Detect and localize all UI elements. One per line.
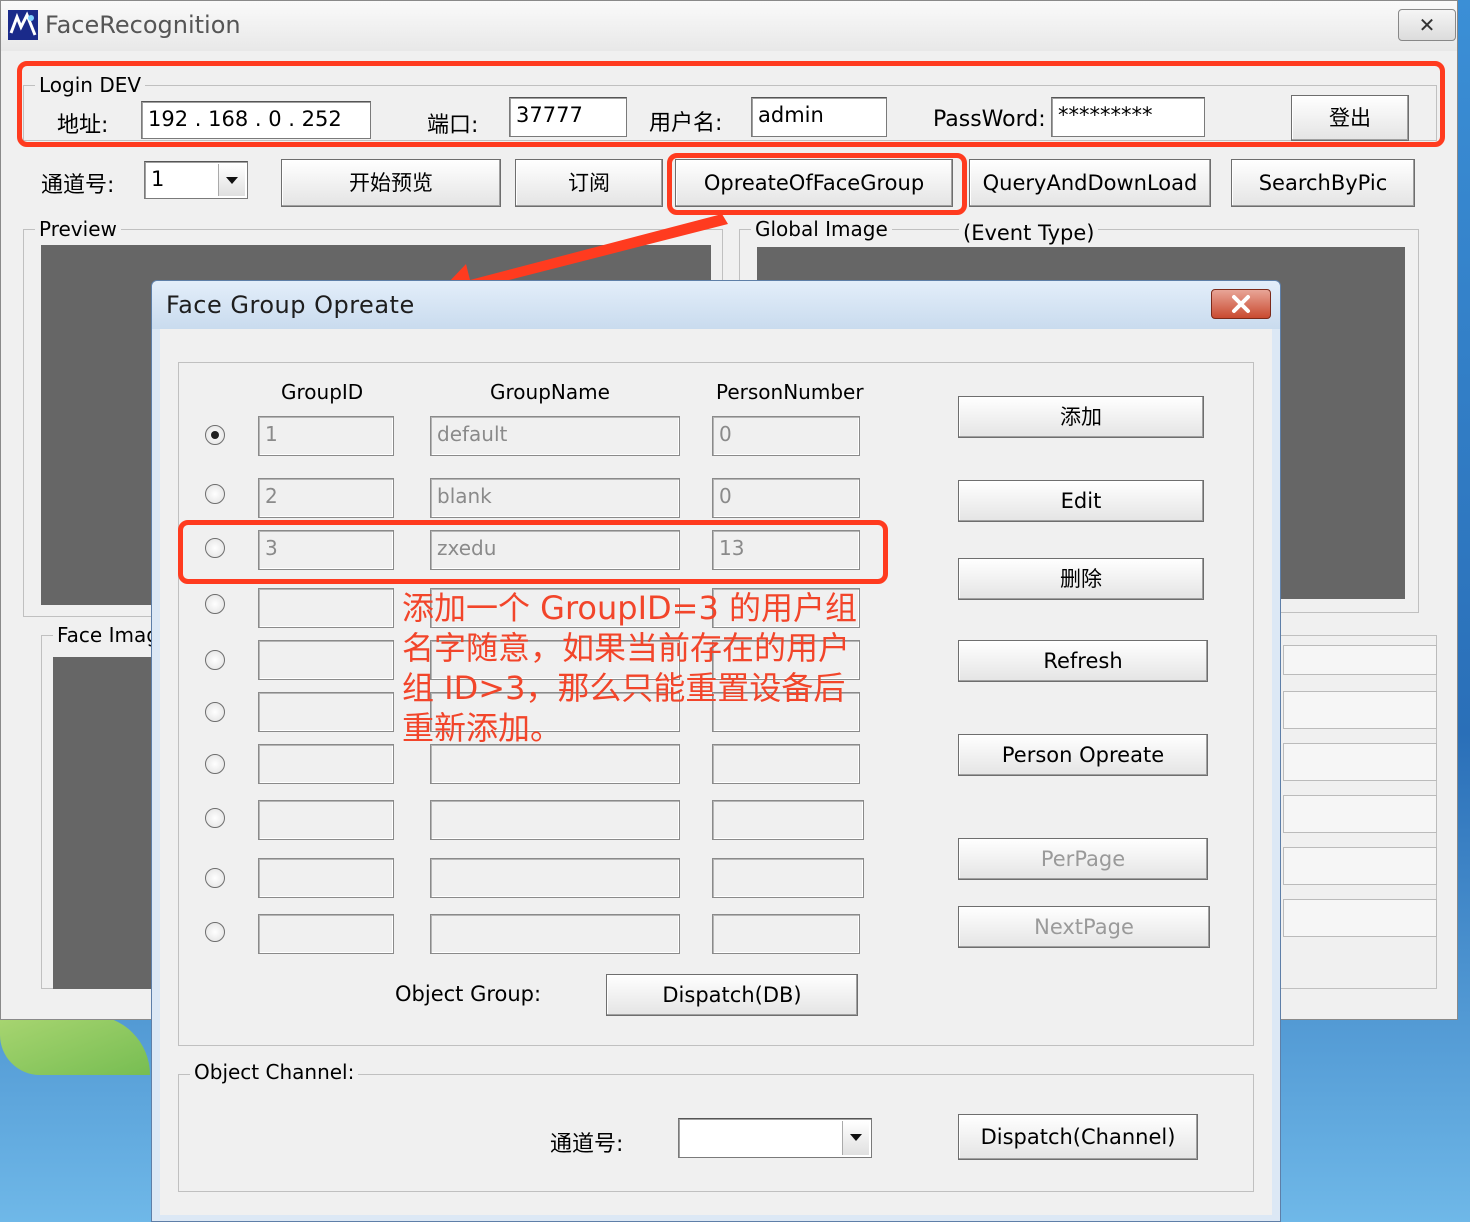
annotation-text-line: 组 ID>3，那么只能重置设备后 [402,669,846,707]
row-personnumber-cell: 0 [712,478,860,518]
row-groupname-cell [430,800,680,840]
row-groupid-cell: 1 [258,416,394,456]
chevron-down-icon[interactable] [842,1121,869,1155]
row-groupid-cell [258,914,394,954]
row-radio-8[interactable] [205,808,225,828]
row-radio-4[interactable] [205,594,225,614]
row-groupname-cell: default [430,416,680,456]
annotation-text-line: 名字随意，如果当前存在的用户 [402,629,851,667]
person-operate-button[interactable]: Person Opreate [958,734,1208,776]
column-header-groupid: GroupID [281,380,364,404]
object-channel-legend: Object Channel: [190,1060,359,1084]
dialog-channel-label: 通道号: [550,1132,624,1157]
dialog-channel-select[interactable] [678,1118,872,1158]
row-radio-1[interactable] [205,425,225,445]
close-icon [1232,295,1250,313]
row-personnumber-cell [712,858,864,898]
row-radio-9[interactable] [205,868,225,888]
annotation-text-line: 添加一个 GroupID=3 的用户组 [402,589,858,627]
row-personnumber-cell [712,744,860,784]
per-page-button[interactable]: PerPage [958,838,1208,880]
row-groupid-cell [258,640,394,680]
row-groupid-cell [258,588,394,628]
row-groupid-cell [258,800,394,840]
row-groupid-cell [258,858,394,898]
dialog-title: Face Group Opreate [166,291,415,319]
dispatch-db-button[interactable]: Dispatch(DB) [606,974,858,1016]
dialog-titlebar: Face Group Opreate [152,281,1280,329]
row-personnumber-cell [712,914,860,954]
delete-button[interactable]: 删除 [958,558,1204,600]
row-groupid-cell: 2 [258,478,394,518]
row-groupname-cell: blank [430,478,680,518]
column-header-personnumber: PersonNumber [716,380,864,404]
row-radio-7[interactable] [205,754,225,774]
next-page-button[interactable]: NextPage [958,906,1210,948]
dispatch-channel-button[interactable]: Dispatch(Channel) [958,1114,1198,1160]
row-personnumber-cell [712,800,864,840]
annotation-box-row-3 [178,520,888,584]
refresh-button[interactable]: Refresh [958,640,1208,682]
row-radio-10[interactable] [205,922,225,942]
annotation-text: 添加一个 GroupID=3 的用户组 名字随意，如果当前存在的用户 组 ID>… [402,588,922,748]
row-radio-5[interactable] [205,650,225,670]
column-header-groupname: GroupName [490,380,610,404]
row-groupid-cell [258,692,394,732]
dialog-close-button[interactable] [1211,289,1271,319]
row-groupname-cell [430,914,680,954]
row-radio-6[interactable] [205,702,225,722]
row-groupname-cell [430,858,680,898]
row-groupid-cell [258,744,394,784]
row-personnumber-cell: 0 [712,416,860,456]
row-radio-2[interactable] [205,484,225,504]
annotation-text-line: 重新添加。 [402,709,563,747]
add-button[interactable]: 添加 [958,396,1204,438]
object-group-label: Object Group: [395,982,542,1006]
row-groupname-cell [430,744,680,784]
edit-button[interactable]: Edit [958,480,1204,522]
